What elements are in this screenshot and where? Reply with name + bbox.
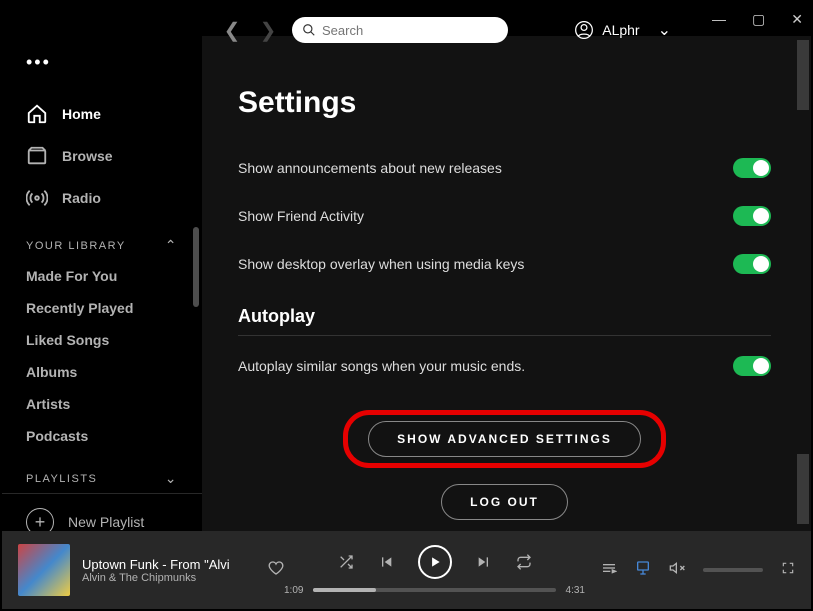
sidebar-item-artists[interactable]: Artists xyxy=(2,388,202,420)
window-close-icon[interactable]: ✕ xyxy=(791,11,803,28)
highlight-annotation: SHOW ADVANCED SETTINGS xyxy=(343,410,666,468)
chevron-down-icon[interactable]: ⌄ xyxy=(165,470,178,487)
setting-label: Show desktop overlay when using media ke… xyxy=(238,256,524,272)
setting-label: Show Friend Activity xyxy=(238,208,364,224)
toggle-friend-activity[interactable] xyxy=(733,206,771,226)
sidebar-item-made-for-you[interactable]: Made For You xyxy=(2,260,202,292)
playlists-header: PLAYLISTS xyxy=(26,473,97,485)
volume-slider[interactable] xyxy=(703,568,763,572)
library-header: YOUR LIBRARY xyxy=(26,240,126,252)
user-name: ALphr xyxy=(602,22,639,38)
toggle-desktop-overlay[interactable] xyxy=(733,254,771,274)
sidebar-item-browse[interactable]: Browse xyxy=(2,135,202,177)
previous-button[interactable] xyxy=(378,554,394,570)
nav-forward-button[interactable]: ❯ xyxy=(256,18,280,43)
repeat-button[interactable] xyxy=(516,554,532,570)
toggle-autoplay[interactable] xyxy=(733,356,771,376)
sidebar-item-home[interactable]: Home xyxy=(2,93,202,135)
sidebar-item-radio[interactable]: Radio xyxy=(2,177,202,219)
devices-button[interactable] xyxy=(635,560,651,581)
content-scrollbar[interactable] xyxy=(797,454,809,524)
user-icon xyxy=(574,20,594,40)
user-menu[interactable]: ALphr ⌄ xyxy=(574,20,671,40)
show-advanced-settings-button[interactable]: SHOW ADVANCED SETTINGS xyxy=(368,421,641,457)
sidebar-item-label: Home xyxy=(62,106,101,122)
sidebar-item-podcasts[interactable]: Podcasts xyxy=(2,420,202,452)
sidebar-scrollbar[interactable] xyxy=(193,227,199,307)
window-maximize-icon[interactable]: ▢ xyxy=(752,11,765,28)
browse-icon xyxy=(26,145,48,167)
logout-button[interactable]: LOG OUT xyxy=(441,484,568,520)
play-button[interactable] xyxy=(418,545,452,579)
setting-label: Show announcements about new releases xyxy=(238,160,502,176)
app-menu-icon[interactable]: ••• xyxy=(2,52,202,93)
sidebar-item-albums[interactable]: Albums xyxy=(2,356,202,388)
autoplay-header: Autoplay xyxy=(238,306,771,336)
radio-icon xyxy=(26,187,48,209)
next-button[interactable] xyxy=(476,554,492,570)
search-input[interactable] xyxy=(322,23,498,38)
plus-icon: + xyxy=(26,508,54,531)
total-time: 4:31 xyxy=(566,585,585,596)
search-icon xyxy=(302,23,316,37)
window-minimize-icon[interactable]: — xyxy=(712,11,726,27)
new-playlist-button[interactable]: + New Playlist xyxy=(2,493,202,531)
like-button[interactable] xyxy=(268,560,284,581)
page-title: Settings xyxy=(238,86,771,120)
setting-label: Autoplay similar songs when your music e… xyxy=(238,358,525,374)
content-scrollbar[interactable] xyxy=(797,40,809,110)
sidebar-item-label: Browse xyxy=(62,148,113,164)
sidebar-item-liked-songs[interactable]: Liked Songs xyxy=(2,324,202,356)
new-playlist-label: New Playlist xyxy=(68,514,144,530)
track-artist[interactable]: Alvin & The Chipmunks xyxy=(82,572,262,584)
toggle-announcements[interactable] xyxy=(733,158,771,178)
album-art[interactable] xyxy=(18,544,70,596)
track-title[interactable]: Uptown Funk - From "Alvi xyxy=(82,557,262,572)
search-box[interactable] xyxy=(292,17,508,43)
chevron-down-icon: ⌄ xyxy=(658,20,671,40)
progress-bar[interactable] xyxy=(313,588,555,592)
chevron-up-icon[interactable]: ⌃ xyxy=(165,237,178,254)
shuffle-button[interactable] xyxy=(338,554,354,570)
elapsed-time: 1:09 xyxy=(284,585,303,596)
volume-mute-button[interactable] xyxy=(669,560,685,581)
fullscreen-button[interactable] xyxy=(781,561,795,580)
nav-back-button[interactable]: ❮ xyxy=(220,18,244,43)
sidebar-item-recently-played[interactable]: Recently Played xyxy=(2,292,202,324)
home-icon xyxy=(26,103,48,125)
sidebar-item-label: Radio xyxy=(62,190,101,206)
queue-button[interactable] xyxy=(601,560,617,581)
